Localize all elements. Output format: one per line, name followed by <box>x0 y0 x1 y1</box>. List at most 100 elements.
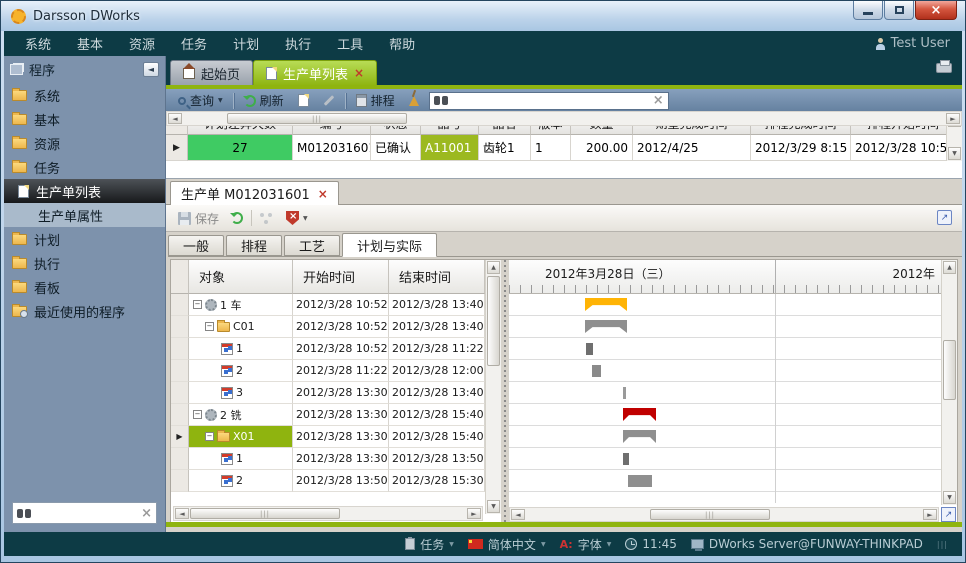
gantt-summary-bar[interactable] <box>623 408 656 421</box>
refresh-icon[interactable] <box>231 212 243 224</box>
gantt-vertical-scrollbar[interactable]: ▲ ▼ <box>941 260 957 505</box>
col-object[interactable]: 对象 <box>189 260 293 294</box>
close-tab-icon[interactable]: × <box>354 67 364 79</box>
grid-row[interactable]: ▶ 27 M012031601 已确认 A11001 齿轮1 1 200.00 … <box>166 135 946 161</box>
menu-help[interactable]: 帮助 <box>376 31 428 56</box>
sidebar-search-input[interactable] <box>35 506 137 520</box>
menu-resource[interactable]: 资源 <box>116 31 168 56</box>
close-button[interactable]: × <box>915 1 957 20</box>
scroll-left-icon[interactable]: ◄ <box>511 509 525 520</box>
chevron-down-icon[interactable]: ▼ <box>303 215 308 222</box>
tab-production-order-list[interactable]: 生产单列表 × <box>253 60 377 85</box>
tree-row-task[interactable]: 2 2012/3/28 11:22 2012/3/28 12:00 <box>171 360 485 382</box>
refresh-button[interactable]: 刷新 <box>240 90 288 111</box>
col-start-time[interactable]: 开始时间 <box>293 260 389 294</box>
collapse-expander-icon[interactable]: − <box>205 322 214 331</box>
tab-production-order-doc[interactable]: 生产单 M012031601 × <box>170 181 339 205</box>
scroll-thumb[interactable] <box>487 276 500 366</box>
scroll-up-icon[interactable]: ▲ <box>487 261 500 274</box>
sidebar-item-resource[interactable]: 资源 <box>4 131 165 155</box>
tree-row-resource-2[interactable]: −2 铣 2012/3/28 13:30 2012/3/28 15:40 <box>171 404 485 426</box>
user-indicator[interactable]: Test User <box>875 36 954 51</box>
gantt-summary-bar[interactable] <box>585 320 627 333</box>
popout-icon[interactable]: ↗ <box>937 210 952 225</box>
save-button[interactable]: 保存 <box>174 208 223 229</box>
tab-schedule[interactable]: 排程 <box>226 235 282 256</box>
gantt-task-bar[interactable] <box>628 475 652 487</box>
scroll-thumb[interactable]: ||| <box>190 508 340 519</box>
clear-search-icon[interactable]: × <box>141 507 152 520</box>
sidebar-item-execute[interactable]: 执行 <box>4 251 165 275</box>
schedule-button[interactable]: 排程 <box>352 90 399 111</box>
scroll-up-icon[interactable]: ▲ <box>943 261 956 274</box>
scroll-thumb[interactable] <box>943 340 956 400</box>
scroll-down-icon[interactable]: ▼ <box>943 491 956 504</box>
status-language-dropdown[interactable]: 简体中文 ▼ <box>468 536 546 553</box>
tab-process[interactable]: 工艺 <box>284 235 340 256</box>
gantt-task-bar[interactable] <box>623 453 629 465</box>
tree-row-x01-selected[interactable]: ▶ −X01 2012/3/28 13:30 2012/3/28 15:40 <box>171 426 485 448</box>
gantt-summary-bar[interactable] <box>585 298 627 311</box>
tree-row-task[interactable]: 2 2012/3/28 13:50 2012/3/28 15:30 <box>171 470 485 492</box>
menu-execute[interactable]: 执行 <box>272 31 324 56</box>
scroll-thumb[interactable]: ||| <box>650 509 770 520</box>
sidebar-item-basic[interactable]: 基本 <box>4 107 165 131</box>
scroll-left-icon[interactable]: ◄ <box>168 113 182 124</box>
gantt-task-bar[interactable] <box>586 343 593 355</box>
close-doc-icon[interactable]: × <box>318 188 328 200</box>
gantt-horizontal-scrollbar[interactable]: ◄ ► ||| <box>509 507 939 522</box>
gantt-popout-icon[interactable]: ↗ <box>941 507 956 522</box>
clean-button[interactable] <box>405 94 423 108</box>
grid-horizontal-scrollbar[interactable]: ◄ ► ||| <box>166 111 962 126</box>
menu-tools[interactable]: 工具 <box>324 31 376 56</box>
validate-button[interactable]: ▼ <box>282 209 312 227</box>
collapse-expander-icon[interactable]: − <box>205 432 214 441</box>
scroll-down-icon[interactable]: ▼ <box>487 500 500 513</box>
sidebar-item-plan[interactable]: 计划 <box>4 227 165 251</box>
col-end-time[interactable]: 结束时间 <box>389 260 485 294</box>
routing-icon[interactable] <box>260 212 274 224</box>
minimize-button[interactable] <box>853 1 883 20</box>
tree-row-c01[interactable]: −C01 2012/3/28 10:52 2012/3/28 13:40 <box>171 316 485 338</box>
menu-basic[interactable]: 基本 <box>64 31 116 56</box>
scroll-right-icon[interactable]: ► <box>923 509 937 520</box>
tree-row-resource-1[interactable]: −1 车 2012/3/28 10:52 2012/3/28 13:40 <box>171 294 485 316</box>
gantt-task-bar[interactable] <box>623 387 626 399</box>
status-task-dropdown[interactable]: 任务 ▼ <box>405 536 454 553</box>
new-button[interactable] <box>294 92 313 109</box>
sidebar-item-recent[interactable]: 最近使用的程序 <box>4 299 165 323</box>
tab-home[interactable]: 起始页 <box>170 60 253 85</box>
sidebar-item-production-order-list[interactable]: 生产单列表 <box>4 179 165 203</box>
splitter-handle[interactable] <box>501 260 509 523</box>
chevron-down-icon[interactable]: ▼ <box>218 97 223 104</box>
tree-row-task[interactable]: 1 2012/3/28 10:52 2012/3/28 11:22 <box>171 338 485 360</box>
scroll-thumb[interactable]: ||| <box>227 113 407 124</box>
tab-plan-vs-actual[interactable]: 计划与实际 <box>342 233 437 257</box>
resize-grip[interactable]: ||| <box>937 540 948 549</box>
menu-task[interactable]: 任务 <box>168 31 220 56</box>
scroll-right-icon[interactable]: ► <box>946 113 960 124</box>
grid-search-input[interactable] <box>452 94 649 108</box>
scroll-down-icon[interactable]: ▼ <box>948 147 961 160</box>
menu-system[interactable]: 系统 <box>12 31 64 56</box>
tree-vertical-scrollbar[interactable]: ▲ ▼ <box>485 260 501 514</box>
query-button[interactable]: 查询 ▼ <box>174 90 227 111</box>
tree-horizontal-scrollbar[interactable]: ◄ ► ||| <box>173 506 483 521</box>
sidebar-item-kanban[interactable]: 看板 <box>4 275 165 299</box>
collapse-expander-icon[interactable]: − <box>193 300 202 309</box>
tree-row-task[interactable]: 1 2012/3/28 13:30 2012/3/28 13:50 <box>171 448 485 470</box>
gantt-task-bar[interactable] <box>592 365 601 377</box>
scroll-left-icon[interactable]: ◄ <box>175 508 189 519</box>
edit-button[interactable] <box>319 97 339 104</box>
tree-row-task[interactable]: 3 2012/3/28 13:30 2012/3/28 13:40 <box>171 382 485 404</box>
maximize-button[interactable] <box>884 1 914 20</box>
sidebar-item-system[interactable]: 系统 <box>4 83 165 107</box>
sidebar-item-production-order-props[interactable]: 生产单属性 <box>4 203 165 227</box>
sidebar-collapse-button[interactable]: ◄ <box>143 62 159 77</box>
gantt-summary-bar[interactable] <box>623 430 656 443</box>
sidebar-item-task[interactable]: 任务 <box>4 155 165 179</box>
printer-icon[interactable] <box>936 63 952 73</box>
tab-general[interactable]: 一般 <box>168 235 224 256</box>
status-font-dropdown[interactable]: A: 字体 ▼ <box>560 536 612 553</box>
clear-search-icon[interactable]: × <box>653 94 664 107</box>
